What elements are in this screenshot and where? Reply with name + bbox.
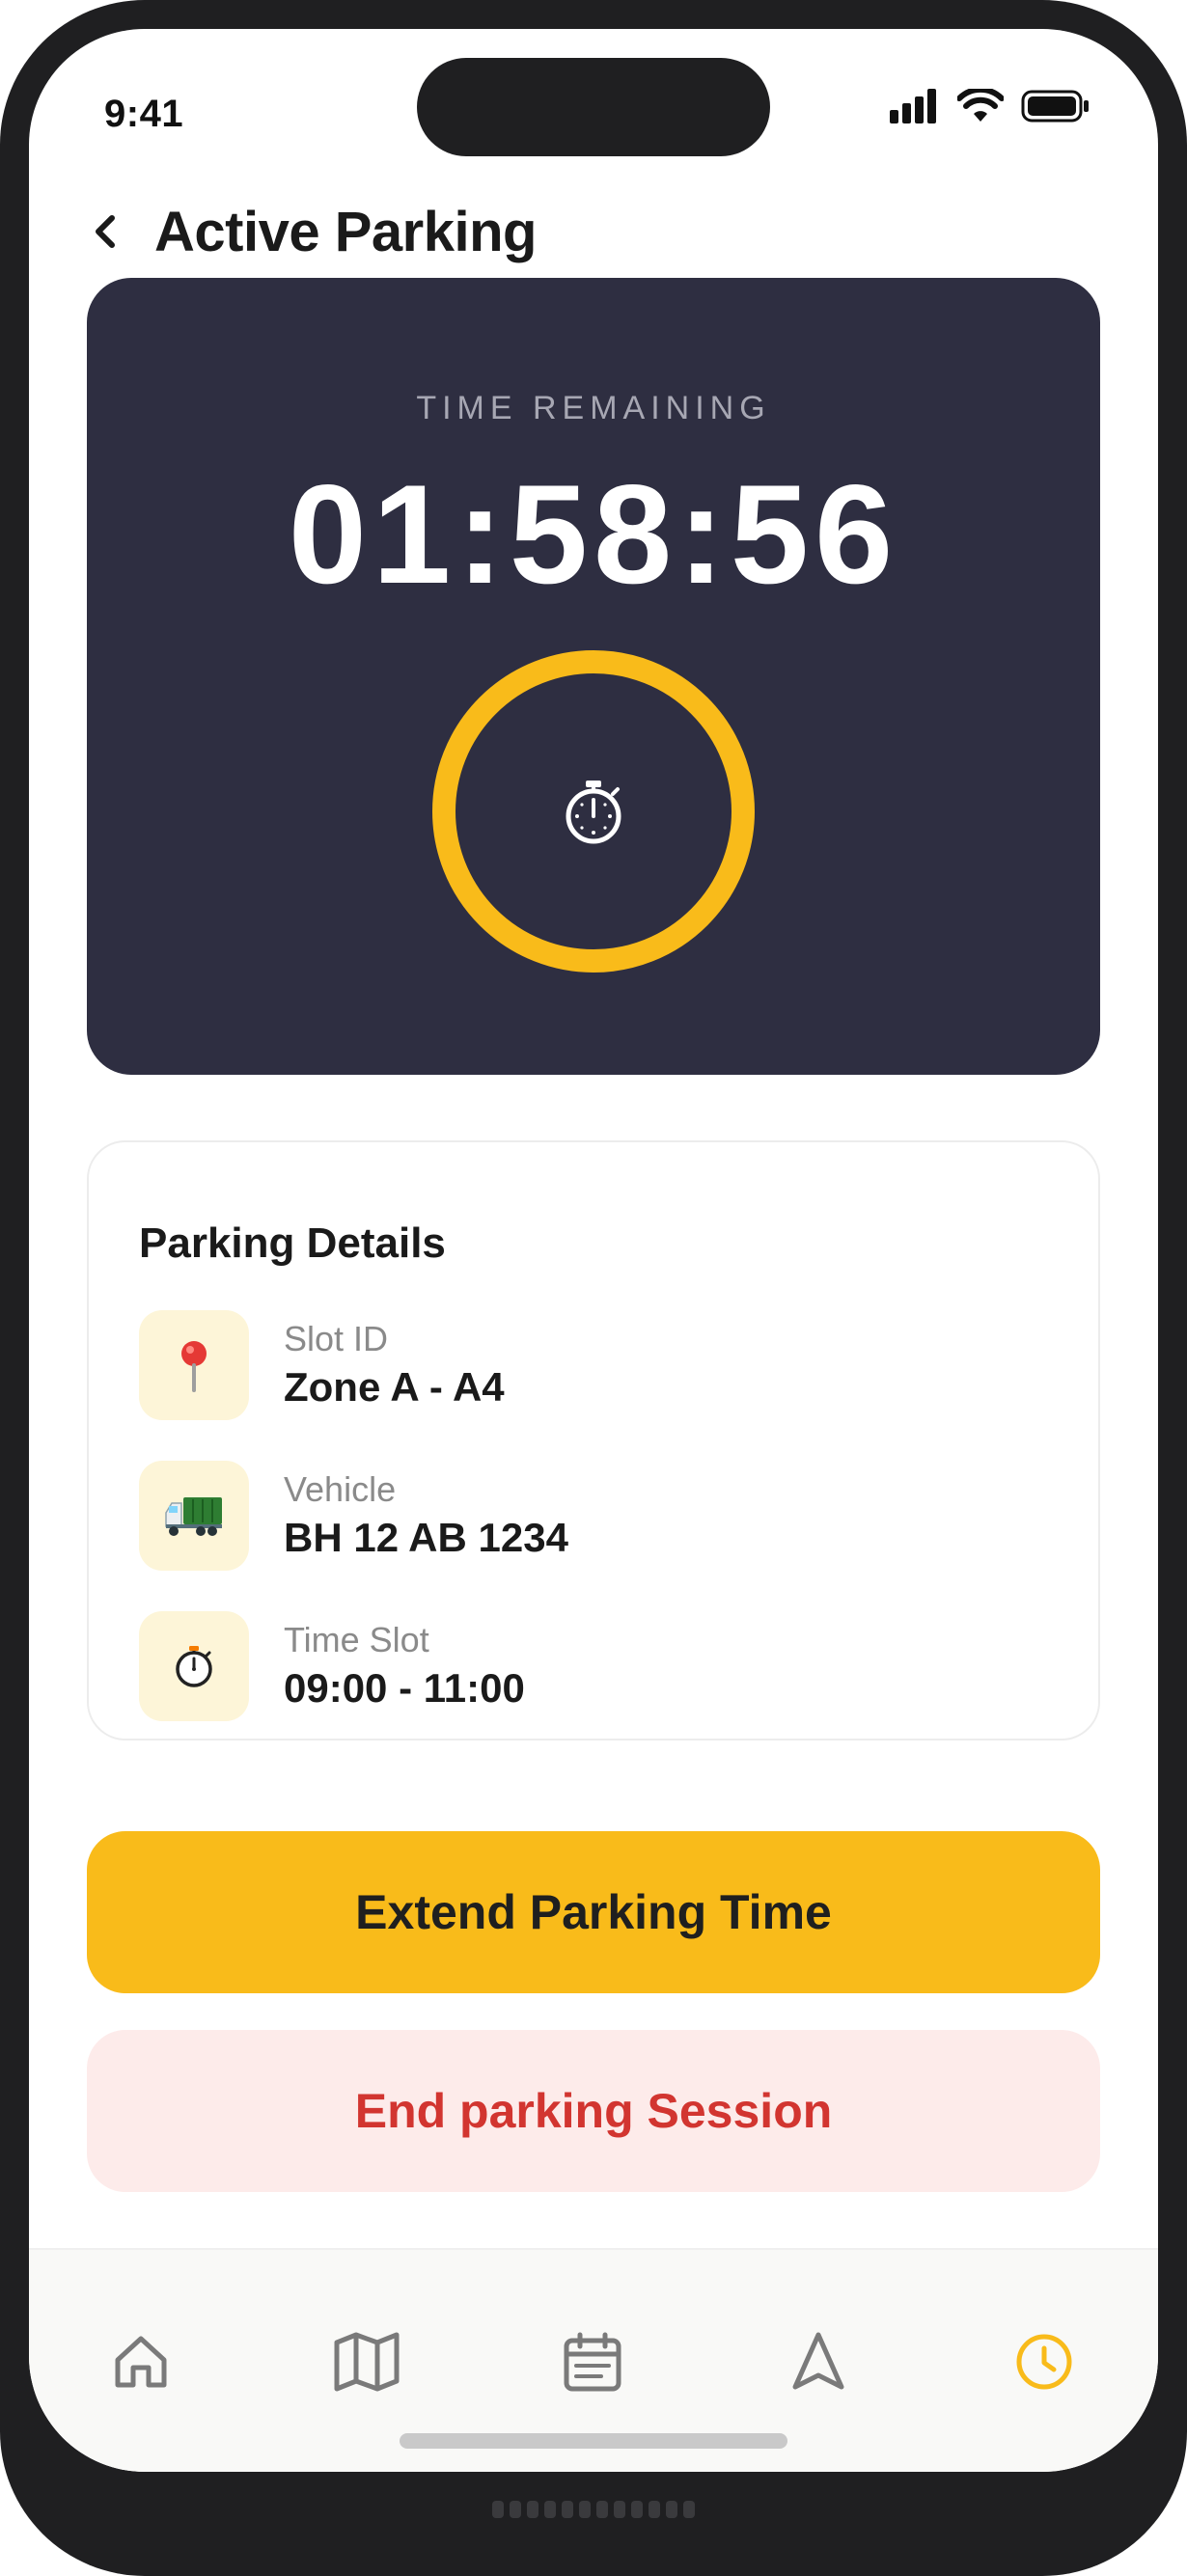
end-session-button[interactable]: End parking Session [87, 2030, 1100, 2192]
battery-icon [1021, 90, 1089, 123]
calendar-icon [564, 2332, 621, 2392]
tab-map[interactable] [328, 2323, 405, 2400]
page-header: Active Parking [93, 193, 537, 270]
extend-parking-button[interactable]: Extend Parking Time [87, 1831, 1100, 1993]
pin-icon [139, 1310, 249, 1420]
detail-row-vehicle: Vehicle BH 12 AB 1234 [139, 1461, 568, 1571]
wifi-icon [957, 89, 1004, 122]
clock-icon [1016, 2334, 1072, 2390]
back-button[interactable] [93, 203, 139, 260]
app-screen: 9:41 Active Parking TIME REMAINING 01:58… [29, 29, 1158, 2472]
device-speaker [492, 2501, 695, 2518]
detail-label: Time Slot [284, 1620, 429, 1659]
chevron-left-icon [96, 215, 115, 248]
timer-label: TIME REMAINING [416, 390, 771, 426]
detail-row-slot: Slot ID Zone A - A4 [139, 1310, 505, 1420]
map-icon [334, 2332, 400, 2392]
detail-label: Slot ID [284, 1319, 389, 1358]
signal-icon [890, 89, 936, 123]
dynamic-island [417, 58, 770, 156]
parking-details-card: Parking Details Slot ID Zone A - A4 Vehi… [87, 1140, 1100, 1740]
navigation-icon [792, 2332, 844, 2390]
tab-active-parking[interactable] [1006, 2323, 1083, 2400]
detail-label: Vehicle [284, 1469, 397, 1509]
home-icon [115, 2336, 167, 2388]
detail-value: 09:00 - 11:00 [284, 1665, 525, 1711]
stopwatch-icon [139, 1611, 249, 1721]
detail-value: Zone A - A4 [284, 1364, 505, 1410]
status-time: 9:41 [104, 93, 184, 135]
tab-calendar[interactable] [554, 2323, 631, 2400]
status-icons [890, 89, 1090, 123]
home-indicator [400, 2433, 787, 2449]
truck-icon [139, 1461, 249, 1571]
detail-value: BH 12 AB 1234 [284, 1515, 568, 1560]
device-frame: 9:41 Active Parking TIME REMAINING 01:58… [0, 0, 1187, 2576]
timer-card: TIME REMAINING 01:58:56 [87, 278, 1100, 1075]
stopwatch-icon [566, 781, 621, 844]
page-title: Active Parking [154, 200, 537, 263]
detail-row-time-slot: Time Slot 09:00 - 11:00 [139, 1611, 525, 1721]
timer-value: 01:58:56 [288, 455, 899, 613]
tab-navigation[interactable] [780, 2323, 857, 2400]
timer-progress-ring [432, 650, 755, 973]
details-title: Parking Details [139, 1219, 446, 1267]
tab-home[interactable] [102, 2323, 179, 2400]
